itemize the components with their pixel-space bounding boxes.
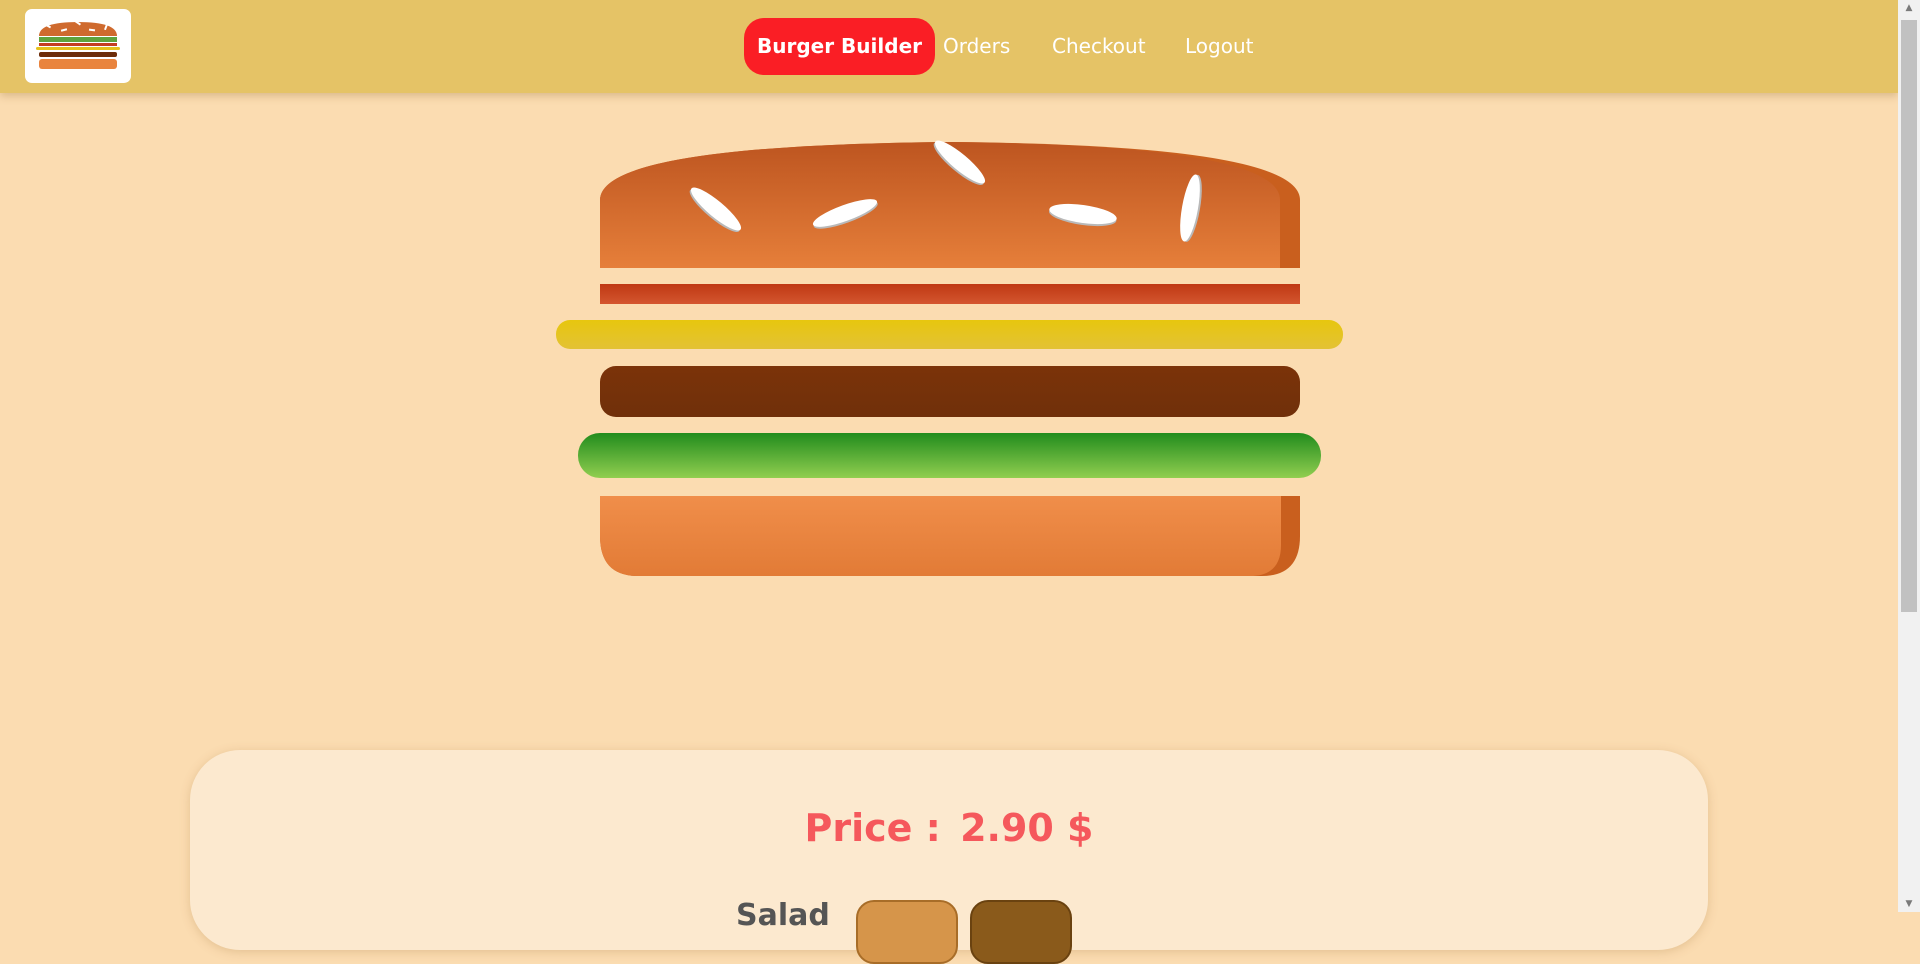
- price-label: Price :: [804, 806, 941, 850]
- price-display: Price : 2.90 $: [190, 806, 1708, 850]
- meat: [600, 366, 1300, 417]
- price-value: 2.90 $: [960, 806, 1094, 850]
- build-controls: Price : 2.90 $ Salad: [190, 750, 1708, 964]
- salad: [578, 433, 1321, 478]
- bread-bottom: [600, 496, 1300, 576]
- scroll-up-arrow-icon[interactable]: ▲: [1898, 0, 1920, 16]
- cheese: [556, 320, 1343, 349]
- bacon: [600, 284, 1300, 304]
- less-button[interactable]: [856, 900, 958, 964]
- ingredient-label: Salad: [736, 898, 830, 933]
- bread-top: [600, 140, 1300, 268]
- more-button[interactable]: [970, 900, 1072, 964]
- scroll-down-arrow-icon[interactable]: ▼: [1898, 896, 1920, 912]
- scrollbar[interactable]: ▲ ▼: [1898, 0, 1920, 912]
- scroll-thumb[interactable]: [1901, 20, 1917, 612]
